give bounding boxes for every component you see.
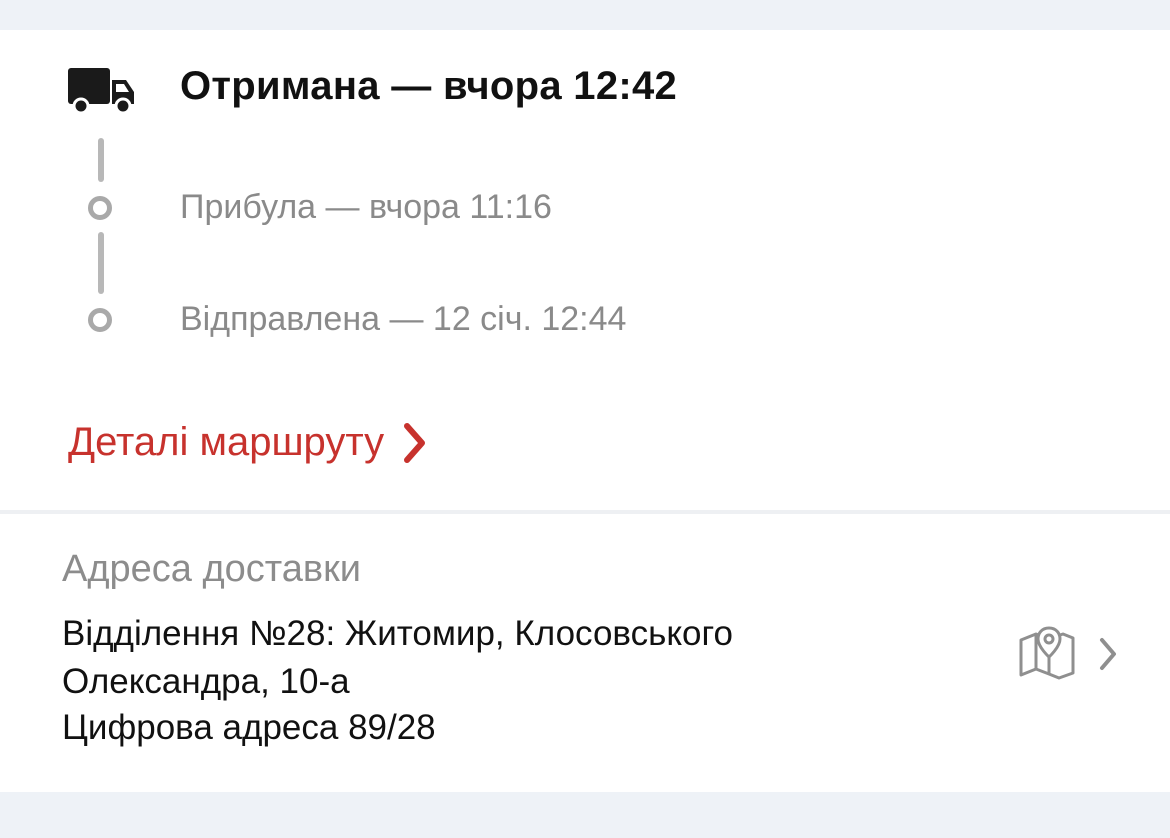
chevron-right-icon (404, 422, 426, 463)
timeline-dot-icon (88, 308, 112, 332)
history-status-sent: Відправлена — 12 січ. 12:44 (180, 300, 627, 338)
route-details-label: Деталі маршруту (68, 420, 385, 464)
timeline-connector (98, 232, 104, 294)
route-details-link[interactable]: Деталі маршруту (68, 420, 428, 465)
truck-icon (68, 68, 134, 115)
address-line: Цифрова адреса 89/28 (62, 708, 436, 747)
timeline-connector (98, 138, 104, 182)
address-line: Олександра, 10-а (62, 662, 350, 701)
history-status-arrived: Прибула — вчора 11:16 (180, 188, 552, 226)
address-line: Відділення №28: Житомир, Клосовського (62, 614, 733, 653)
delivery-address-label: Адреса доставки (62, 548, 361, 590)
chevron-right-icon (1100, 638, 1116, 670)
map-pin-icon (1019, 626, 1075, 680)
timeline-dot-icon (88, 196, 112, 220)
current-status: Отримана — вчора 12:42 (180, 64, 678, 108)
open-map-button[interactable] (1012, 624, 1122, 686)
